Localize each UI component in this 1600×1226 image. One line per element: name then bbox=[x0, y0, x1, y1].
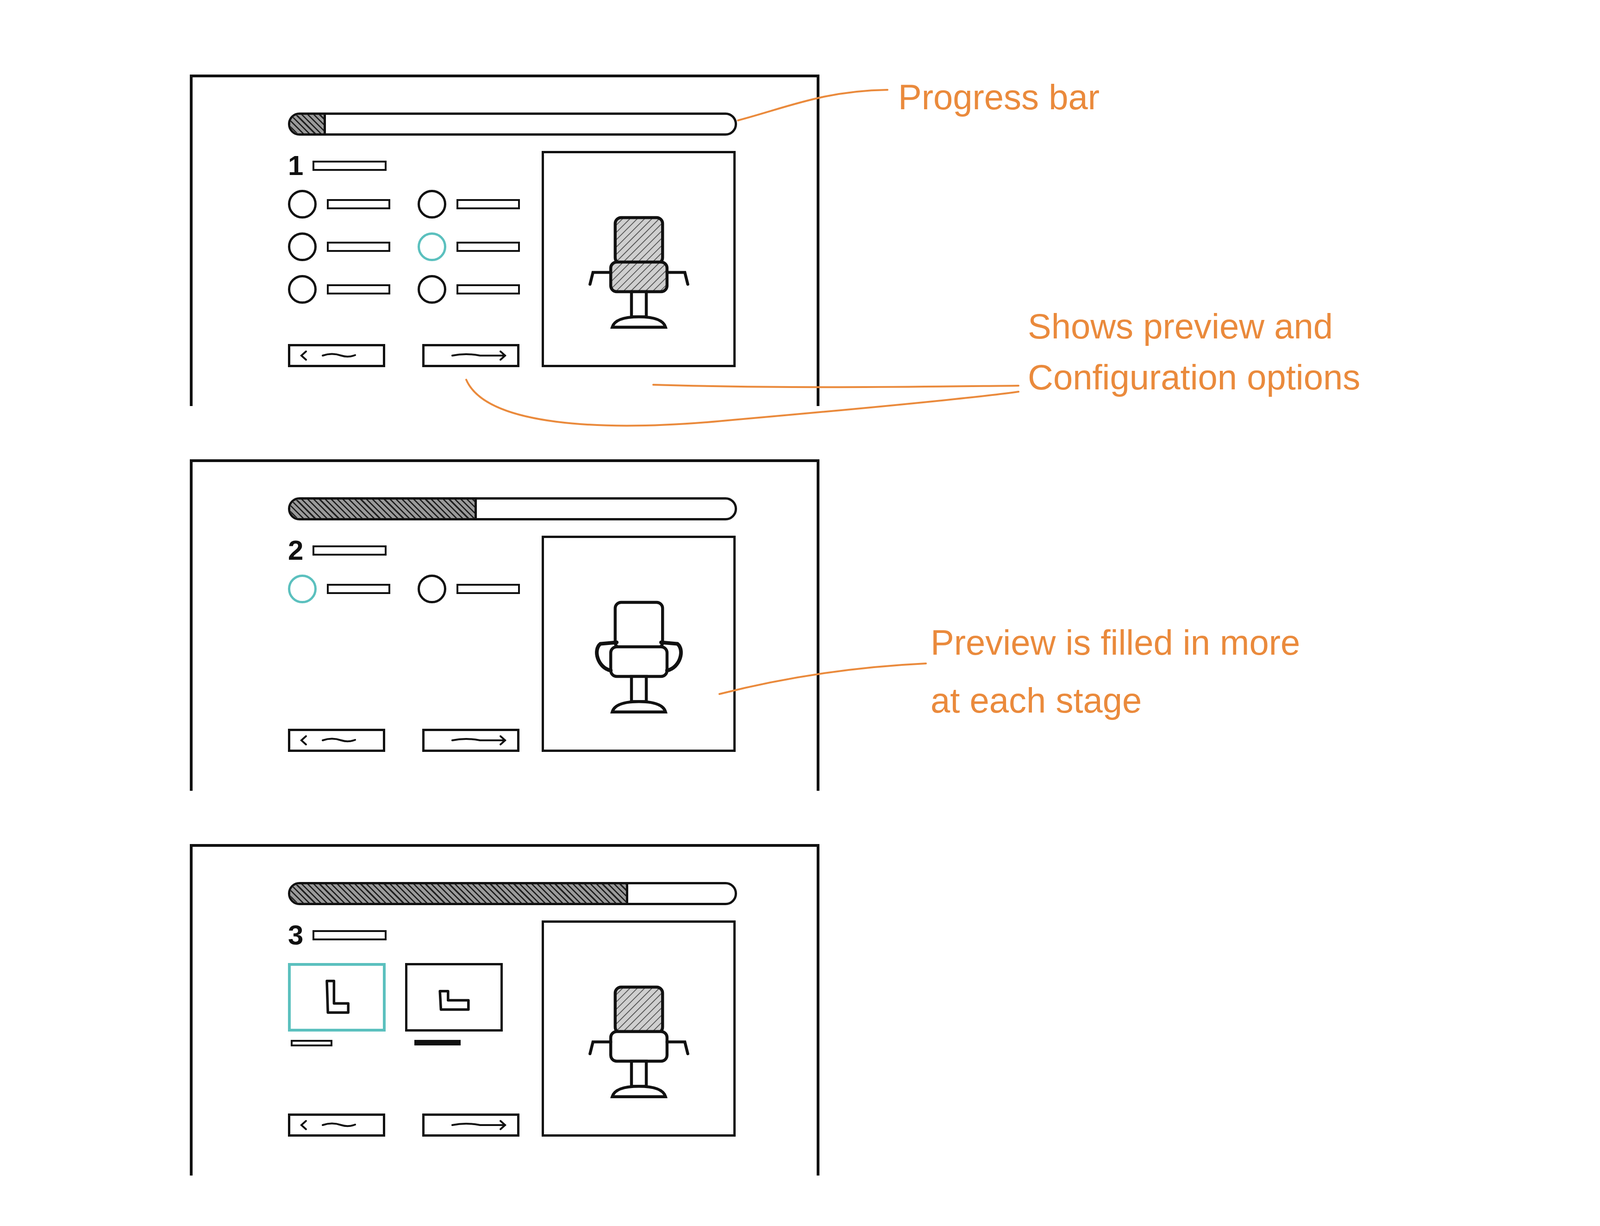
arrow-right-icon bbox=[433, 348, 508, 363]
option-label-placeholder bbox=[326, 199, 391, 210]
radio-option[interactable] bbox=[287, 189, 418, 219]
radio-group bbox=[287, 574, 542, 604]
arrow-left-icon bbox=[299, 1118, 374, 1132]
progress-bar bbox=[287, 881, 738, 906]
wizard-frame: 2 bbox=[189, 459, 820, 791]
radio-option[interactable] bbox=[417, 574, 548, 604]
preview-panel bbox=[541, 535, 736, 752]
radio-circle[interactable] bbox=[287, 275, 317, 304]
chair-preview-icon bbox=[564, 572, 713, 736]
card-caption-placeholder bbox=[290, 1039, 333, 1047]
chair-preview-icon bbox=[564, 187, 713, 351]
option-label-placeholder bbox=[456, 199, 520, 210]
radio-option[interactable] bbox=[287, 275, 418, 304]
radio-circle[interactable] bbox=[417, 574, 447, 604]
annotation-note: Shows preview andConfiguration options bbox=[1027, 300, 1361, 403]
option-label-placeholder bbox=[326, 241, 391, 252]
next-button[interactable] bbox=[422, 1113, 520, 1137]
progress-fill bbox=[290, 114, 326, 134]
progress-fill bbox=[290, 884, 629, 903]
low-back-chair-icon bbox=[428, 976, 480, 1018]
annotation-line: at each stage bbox=[930, 671, 1300, 730]
back-button[interactable] bbox=[287, 343, 386, 368]
option-label-placeholder bbox=[456, 583, 520, 594]
radio-circle[interactable] bbox=[417, 275, 447, 304]
arrow-right-icon bbox=[433, 1118, 508, 1132]
annotation-line: Progress bar bbox=[898, 69, 1100, 125]
arrow-left-icon bbox=[299, 733, 374, 748]
annotation-line: Preview is filled in more bbox=[930, 613, 1300, 672]
chair-preview-icon bbox=[564, 957, 713, 1121]
step-title-placeholder bbox=[312, 160, 387, 171]
wizard-frame: 3 bbox=[189, 843, 820, 1176]
option-label-placeholder bbox=[326, 284, 391, 295]
radio-circle[interactable] bbox=[287, 232, 317, 262]
radio-option[interactable] bbox=[287, 232, 418, 262]
annotation-note: Preview is filled in moreat each stage bbox=[930, 613, 1300, 730]
arrow-left-icon bbox=[299, 348, 374, 363]
step-number: 1 bbox=[287, 150, 304, 181]
step-title-placeholder bbox=[312, 545, 387, 556]
radio-option[interactable] bbox=[417, 275, 548, 304]
step-number: 2 bbox=[287, 535, 304, 566]
option-card[interactable] bbox=[405, 962, 503, 1047]
progress-bar bbox=[287, 112, 738, 136]
progress-bar bbox=[287, 497, 738, 521]
annotation-line: Configuration options bbox=[1027, 351, 1361, 403]
radio-option[interactable] bbox=[417, 189, 548, 219]
radio-group bbox=[287, 189, 542, 304]
annotation-note: Progress bar bbox=[898, 69, 1100, 125]
card-group bbox=[287, 962, 542, 1047]
radio-option[interactable] bbox=[287, 574, 418, 604]
back-button[interactable] bbox=[287, 728, 386, 752]
high-back-chair-icon bbox=[311, 976, 363, 1018]
back-button[interactable] bbox=[287, 1113, 386, 1137]
progress-fill bbox=[290, 499, 477, 519]
radio-circle[interactable] bbox=[287, 574, 317, 604]
annotation-line: Shows preview and bbox=[1027, 300, 1361, 352]
option-card[interactable] bbox=[287, 962, 386, 1047]
annotation-connectors bbox=[0, 0, 1600, 1226]
arrow-right-icon bbox=[433, 733, 508, 748]
preview-panel bbox=[541, 150, 736, 368]
wizard-frame: 1 bbox=[189, 74, 820, 407]
step-title-placeholder bbox=[312, 930, 387, 941]
step-number: 3 bbox=[287, 920, 304, 950]
card-caption-placeholder bbox=[414, 1039, 461, 1046]
radio-circle[interactable] bbox=[417, 189, 447, 219]
option-label-placeholder bbox=[456, 241, 520, 252]
wireframe-canvas: 1 2 3 Progress bar Shows preview andConfigur… bbox=[0, 0, 1600, 1226]
radio-option[interactable] bbox=[417, 232, 548, 262]
option-label-placeholder bbox=[326, 583, 391, 594]
preview-panel bbox=[541, 920, 736, 1137]
next-button[interactable] bbox=[422, 343, 520, 368]
radio-circle[interactable] bbox=[287, 189, 317, 219]
next-button[interactable] bbox=[422, 728, 520, 752]
radio-circle[interactable] bbox=[417, 232, 447, 262]
option-label-placeholder bbox=[456, 284, 520, 295]
